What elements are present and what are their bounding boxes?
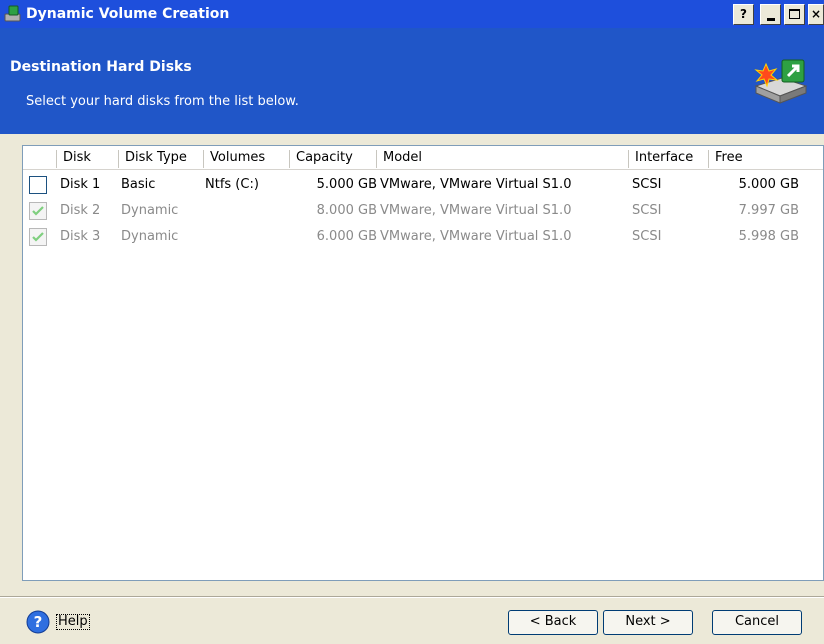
disk-type: Dynamic <box>121 229 179 244</box>
maximize-button[interactable] <box>784 4 805 25</box>
close-icon: × <box>810 7 822 21</box>
wizard-header: Destination Hard Disks Select your hard … <box>0 28 824 134</box>
disk-free: 5.998 GB <box>738 229 799 244</box>
disk-interface: SCSI <box>632 177 662 192</box>
disk-name: Disk 1 <box>60 177 101 192</box>
close-button[interactable]: × <box>808 4 824 25</box>
column-model[interactable]: Model <box>376 150 422 168</box>
disk-type: Dynamic <box>121 203 179 218</box>
cancel-button[interactable]: Cancel <box>712 610 802 635</box>
disk-capacity: 5.000 GB <box>316 177 377 192</box>
disk-model: VMware, VMware Virtual S1.0 <box>380 203 572 218</box>
disk-model: VMware, VMware Virtual S1.0 <box>380 229 572 244</box>
app-icon <box>4 5 22 23</box>
header-title: Destination Hard Disks <box>10 59 192 75</box>
maximize-icon <box>789 9 800 19</box>
window-title: Dynamic Volume Creation <box>26 6 230 22</box>
disk-checkbox <box>29 202 47 220</box>
disk-capacity: 6.000 GB <box>316 229 377 244</box>
disk-checkbox <box>29 228 47 246</box>
disk-row: Disk 2 Dynamic 8.000 GB VMware, VMware V… <box>23 198 823 224</box>
help-button[interactable]: ? Help <box>26 610 96 634</box>
disk-name: Disk 2 <box>60 203 101 218</box>
title-bar[interactable]: Dynamic Volume Creation ? × <box>0 0 824 28</box>
disk-row[interactable]: Disk 1 Basic Ntfs (C:) 5.000 GB VMware, … <box>23 172 823 198</box>
column-disk-type[interactable]: Disk Type <box>118 150 187 168</box>
title-help-button[interactable]: ? <box>733 4 754 25</box>
disk-free: 5.000 GB <box>738 177 799 192</box>
next-button[interactable]: Next > <box>603 610 693 635</box>
disk-type: Basic <box>121 177 156 192</box>
disk-interface: SCSI <box>632 229 662 244</box>
help-icon: ? <box>26 610 50 634</box>
disk-model: VMware, VMware Virtual S1.0 <box>380 177 572 192</box>
checkmark-icon <box>32 206 44 216</box>
column-disk[interactable]: Disk <box>56 150 91 168</box>
disk-list[interactable]: Disk Disk Type Volumes Capacity Model In… <box>22 145 824 581</box>
disk-volumes: Ntfs (C:) <box>205 177 259 192</box>
minimize-icon <box>767 18 775 21</box>
help-label: Help <box>56 614 90 630</box>
svg-text:?: ? <box>34 613 43 631</box>
disk-free: 7.997 GB <box>738 203 799 218</box>
column-free[interactable]: Free <box>708 150 804 168</box>
disk-capacity: 8.000 GB <box>316 203 377 218</box>
dialog-window: Dynamic Volume Creation ? × Destination … <box>0 0 824 644</box>
minimize-button[interactable] <box>760 4 781 25</box>
back-button[interactable]: < Back <box>508 610 598 635</box>
list-header: Disk Disk Type Volumes Capacity Model In… <box>23 146 823 170</box>
column-capacity[interactable]: Capacity <box>289 150 353 168</box>
header-subtitle: Select your hard disks from the list bel… <box>26 94 299 109</box>
disk-interface: SCSI <box>632 203 662 218</box>
column-volumes[interactable]: Volumes <box>203 150 265 168</box>
column-interface[interactable]: Interface <box>628 150 693 168</box>
disk-name: Disk 3 <box>60 229 101 244</box>
disk-row: Disk 3 Dynamic 6.000 GB VMware, VMware V… <box>23 224 823 250</box>
disk-checkbox[interactable] <box>29 176 47 194</box>
checkmark-icon <box>32 232 44 242</box>
footer-divider <box>0 596 824 598</box>
hard-disk-icon <box>752 56 810 106</box>
